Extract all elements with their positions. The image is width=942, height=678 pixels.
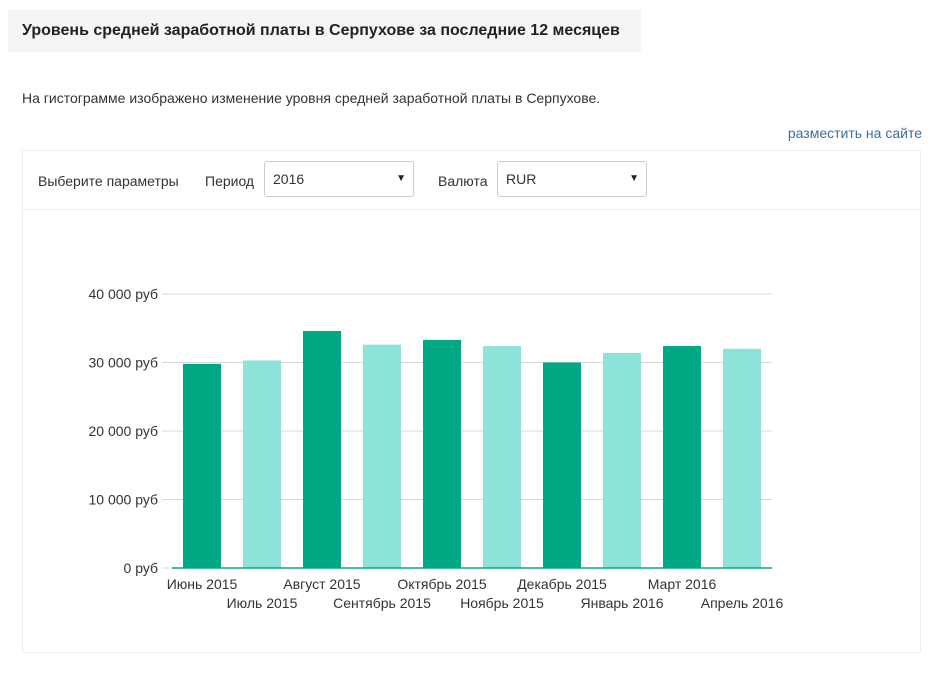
bar [303,330,341,568]
x-tick-label: Декабрь 2015 [517,576,607,592]
bar [543,362,581,568]
x-tick-label: Сентябрь 2015 [333,595,431,611]
x-tick-label: Март 2016 [648,576,717,592]
bar [183,363,221,568]
bar [723,348,761,568]
bar [663,346,701,568]
x-tick-label: Август 2015 [283,576,360,592]
x-tick-label: Январь 2016 [580,595,663,611]
bar [603,352,641,568]
y-tick-label: 20 000 руб [88,423,158,439]
x-tick-label: Июнь 2015 [167,576,238,592]
x-tick-label: Июль 2015 [227,595,298,611]
bar [243,360,281,568]
bar [483,346,521,568]
bar [363,344,401,568]
bar-chart: 0 руб 10 000 руб 20 000 руб 30 000 руб 40 00… [88,286,784,611]
x-tick-label: Апрель 2016 [701,595,784,611]
y-tick-label: 30 000 руб [88,355,158,371]
x-tick-label: Октябрь 2015 [397,576,487,592]
x-tick-label: Ноябрь 2015 [460,595,544,611]
y-tick-label: 0 руб [124,560,158,576]
bar [423,339,461,568]
y-tick-label: 10 000 руб [88,492,158,508]
y-tick-label: 40 000 руб [88,286,158,302]
